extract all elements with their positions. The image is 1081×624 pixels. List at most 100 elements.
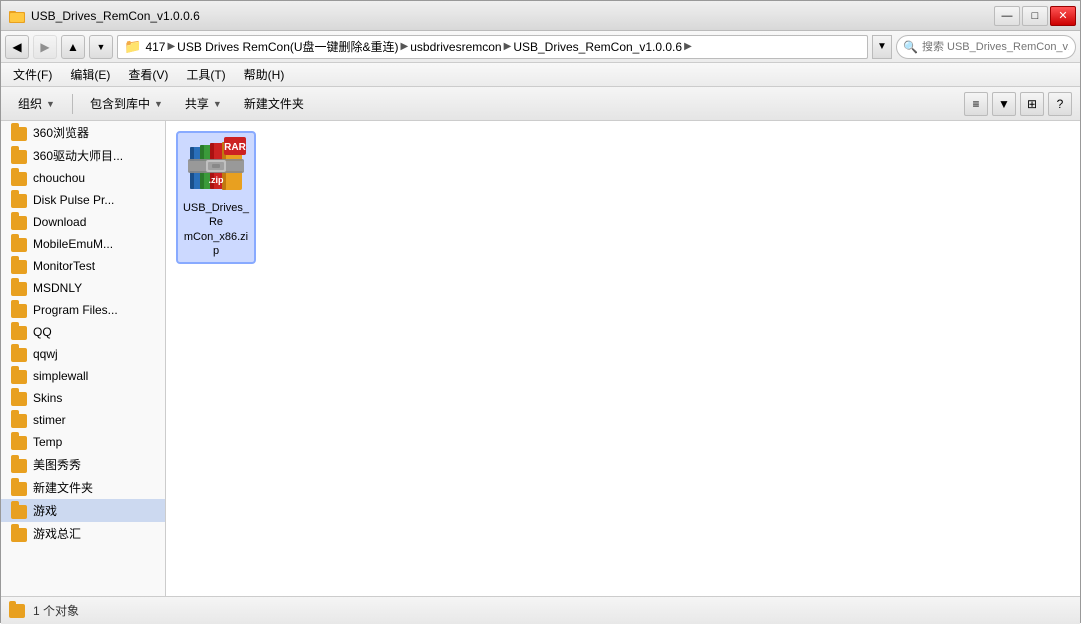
menu-edit[interactable]: 编辑(E) <box>62 64 118 85</box>
sidebar-item-temp[interactable]: Temp <box>1 431 165 453</box>
search-input[interactable] <box>922 41 1069 53</box>
back-button[interactable]: ◀ <box>5 35 29 59</box>
menu-tools[interactable]: 工具(T) <box>178 64 233 85</box>
up-button[interactable]: ▲ <box>61 35 85 59</box>
sidebar-item-chouchou[interactable]: chouchou <box>1 167 165 189</box>
sidebar-item-newfolder[interactable]: 新建文件夹 <box>1 476 165 499</box>
sidebar-item-label: simplewall <box>33 369 88 383</box>
folder-icon <box>11 216 27 230</box>
share-button[interactable]: 共享 ▼ <box>176 91 231 116</box>
address-bar[interactable]: 📁 417 ▶ USB Drives RemCon(U盘一键删除&重连) ▶ u… <box>117 35 868 59</box>
sidebar-item-programfiles[interactable]: Program Files... <box>1 299 165 321</box>
sidebar-item-360browser[interactable]: 360浏览器 <box>1 121 165 144</box>
search-box[interactable]: 🔍 <box>896 35 1076 59</box>
address-folder-icon: 📁 <box>124 38 141 55</box>
svg-text:.zip: .zip <box>209 175 225 185</box>
sidebar-item-meitu[interactable]: 美图秀秀 <box>1 453 165 476</box>
sidebar-item-label: 360浏览器 <box>33 124 89 141</box>
sidebar-item-label: 360驱动大师目... <box>33 147 123 164</box>
sidebar-item-mobileemu[interactable]: MobileEmuM... <box>1 233 165 255</box>
toolbar: 组织 ▼ 包含到库中 ▼ 共享 ▼ 新建文件夹 ≡ ▼ ⊞ ? <box>1 87 1080 121</box>
organize-label: 组织 <box>18 95 42 112</box>
include-library-arrow: ▼ <box>154 99 163 109</box>
sidebar-item-label: QQ <box>33 325 52 339</box>
include-library-label: 包含到库中 <box>90 95 150 112</box>
folder-icon <box>11 505 27 519</box>
folder-icon <box>11 282 27 296</box>
menu-bar: 文件(F) 编辑(E) 查看(V) 工具(T) 帮助(H) <box>1 63 1080 87</box>
sidebar-item-label: 美图秀秀 <box>33 456 81 473</box>
folder-icon <box>11 304 27 318</box>
sidebar-item-360driver[interactable]: 360驱动大师目... <box>1 144 165 167</box>
new-folder-label: 新建文件夹 <box>244 95 304 112</box>
folder-icon <box>11 370 27 384</box>
file-item-zip[interactable]: RAR .zip USB_Drives_RemCon_x86.zip <box>176 131 256 264</box>
sidebar-item-label: Download <box>33 215 86 229</box>
share-arrow: ▼ <box>213 99 222 109</box>
sidebar-item-skins[interactable]: Skins <box>1 387 165 409</box>
sidebar-item-label: qqwj <box>33 347 58 361</box>
sidebar-item-label: stimer <box>33 413 66 427</box>
status-folder-icon <box>9 604 25 618</box>
folder-icon <box>11 436 27 450</box>
help-button[interactable]: ? <box>1048 92 1072 116</box>
minimize-button[interactable]: — <box>994 6 1020 26</box>
menu-help[interactable]: 帮助(H) <box>236 64 293 85</box>
sidebar-item-simplewall[interactable]: simplewall <box>1 365 165 387</box>
breadcrumb-usbdrivesremcon[interactable]: usbdrivesremcon <box>410 40 501 54</box>
organize-arrow: ▼ <box>46 99 55 109</box>
close-button[interactable]: ✕ <box>1050 6 1076 26</box>
search-icon: 🔍 <box>903 40 918 54</box>
menu-view[interactable]: 查看(V) <box>120 64 176 85</box>
menu-file[interactable]: 文件(F) <box>5 64 60 85</box>
winrar-zip-icon: RAR .zip <box>186 137 246 197</box>
status-count: 1 个对象 <box>33 602 79 619</box>
address-path: 417 ▶ USB Drives RemCon(U盘一键删除&重连) ▶ usb… <box>145 38 691 55</box>
sidebar-item-label: Program Files... <box>33 303 118 317</box>
sidebar-item-msdnly[interactable]: MSDNLY <box>1 277 165 299</box>
sidebar-item-label: Disk Pulse Pr... <box>33 193 114 207</box>
sidebar-item-qq[interactable]: QQ <box>1 321 165 343</box>
status-bar: 1 个对象 <box>1 596 1080 624</box>
sidebar-item-download[interactable]: Download <box>1 211 165 233</box>
sidebar: 360浏览器 360驱动大师目... chouchou Disk Pulse P… <box>1 121 166 596</box>
view-options-button[interactable]: ≡ <box>964 92 988 116</box>
include-library-button[interactable]: 包含到库中 ▼ <box>81 91 172 116</box>
sidebar-item-label: chouchou <box>33 171 85 185</box>
sidebar-item-qqwj[interactable]: qqwj <box>1 343 165 365</box>
sidebar-item-gamecollection[interactable]: 游戏总汇 <box>1 522 165 545</box>
recent-button[interactable]: ▼ <box>89 35 113 59</box>
organize-button[interactable]: 组织 ▼ <box>9 91 64 116</box>
toolbar-right: ≡ ▼ ⊞ ? <box>964 92 1072 116</box>
folder-icon <box>11 392 27 406</box>
breadcrumb-version[interactable]: USB_Drives_RemCon_v1.0.0.6 <box>513 40 682 54</box>
title-bar-left: USB_Drives_RemCon_v1.0.0.6 <box>9 8 200 24</box>
title-bar: USB_Drives_RemCon_v1.0.0.6 — □ ✕ <box>1 1 1080 31</box>
new-folder-button[interactable]: 新建文件夹 <box>235 91 313 116</box>
breadcrumb-417[interactable]: 417 <box>145 40 165 54</box>
folder-icon <box>11 260 27 274</box>
address-dropdown-button[interactable]: ▼ <box>872 35 892 59</box>
sidebar-item-stimer[interactable]: stimer <box>1 409 165 431</box>
sidebar-item-label: MobileEmuM... <box>33 237 113 251</box>
pane-toggle-button[interactable]: ⊞ <box>1020 92 1044 116</box>
main-area: 360浏览器 360驱动大师目... chouchou Disk Pulse P… <box>1 121 1080 596</box>
sidebar-item-diskpulse[interactable]: Disk Pulse Pr... <box>1 189 165 211</box>
view-dropdown-button[interactable]: ▼ <box>992 92 1016 116</box>
toolbar-separator-1 <box>72 94 73 114</box>
folder-icon <box>11 194 27 208</box>
svg-text:RAR: RAR <box>224 142 246 153</box>
folder-icon <box>11 348 27 362</box>
sidebar-item-label: Temp <box>33 435 62 449</box>
sidebar-item-label: Skins <box>33 391 62 405</box>
breadcrumb-usb-drives[interactable]: USB Drives RemCon(U盘一键删除&重连) <box>177 38 398 55</box>
sidebar-item-monitortest[interactable]: MonitorTest <box>1 255 165 277</box>
sidebar-item-games[interactable]: 游戏 <box>1 499 165 522</box>
forward-button[interactable]: ▶ <box>33 35 57 59</box>
folder-icon <box>11 326 27 340</box>
title-text: USB_Drives_RemCon_v1.0.0.6 <box>31 9 200 23</box>
file-area: RAR .zip USB_Drives_RemCon_x86.zip <box>166 121 1080 596</box>
maximize-button[interactable]: □ <box>1022 6 1048 26</box>
title-bar-controls: — □ ✕ <box>994 6 1076 26</box>
folder-icon <box>11 127 27 141</box>
